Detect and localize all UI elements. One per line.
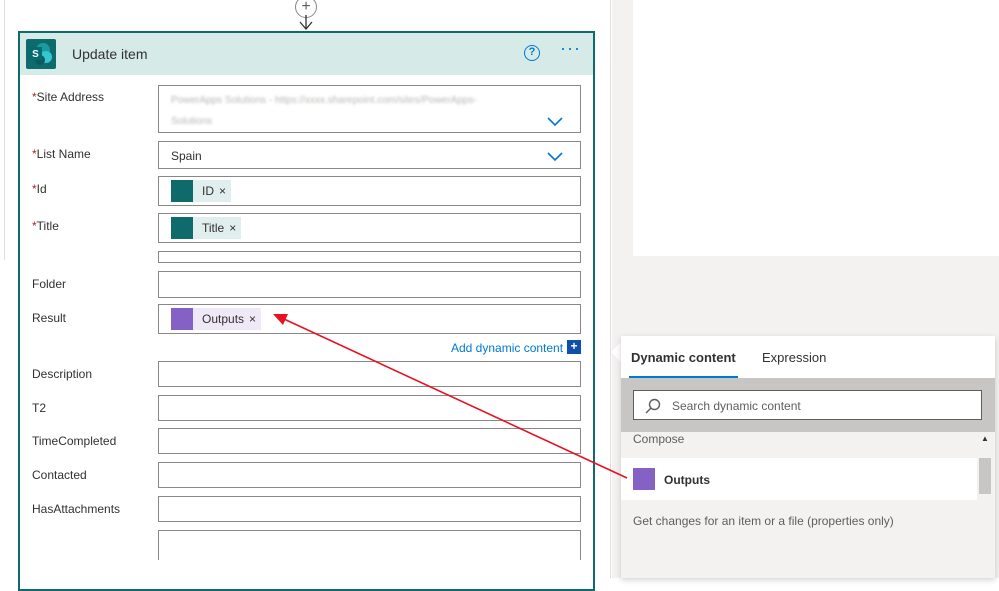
sharepoint-token-icon (171, 217, 193, 239)
scroll-up-icon[interactable]: ▲ (981, 434, 989, 443)
section-header-compose: Compose (621, 432, 977, 458)
chevron-down-icon[interactable] (546, 115, 564, 127)
site-address-dropdown[interactable]: PowerApps Solutions - https://xxxx.share… (158, 85, 581, 133)
svg-text:S: S (32, 49, 39, 60)
id-token-label: ID (202, 184, 214, 198)
add-dynamic-content-link[interactable]: Add dynamic content (451, 341, 563, 355)
close-icon[interactable]: × (249, 312, 256, 326)
card-header[interactable]: S Update item ? ··· (20, 33, 593, 75)
flow-designer-canvas: + S Update item ? ··· *Site Address Powe… (0, 0, 999, 591)
card-title: Update item (72, 46, 148, 62)
sharepoint-logo-icon: S (26, 39, 56, 69)
t2-input[interactable] (158, 395, 581, 421)
list-name-dropdown[interactable]: Spain (158, 141, 581, 169)
site-address-value-line2: Solutions (171, 116, 213, 127)
folder-input[interactable] (158, 271, 581, 298)
list-name-value: Spain (171, 149, 202, 163)
search-placeholder: Search dynamic content (672, 399, 801, 413)
outputs-token[interactable]: Outputs × (171, 308, 262, 330)
site-address-label-text: Site Address (36, 90, 105, 104)
id-token[interactable]: ID × (171, 180, 232, 202)
arrow-down-icon (299, 15, 313, 30)
site-address-label: *Site Address (32, 90, 104, 104)
scrollbar[interactable]: ▲ (977, 432, 995, 578)
update-item-action-card: S Update item ? ··· *Site Address PowerA… (18, 31, 595, 591)
title-token[interactable]: Title × (171, 217, 242, 239)
title-token-label: Title (202, 221, 225, 235)
description-label: Description (32, 367, 93, 381)
compose-icon (633, 468, 655, 490)
close-icon[interactable]: × (219, 184, 226, 198)
list-item-outputs[interactable]: Outputs (621, 458, 977, 500)
id-label: *Id (32, 182, 47, 196)
scroll-thumb[interactable] (979, 458, 991, 494)
t2-label: T2 (32, 401, 47, 415)
chevron-down-icon[interactable] (546, 150, 564, 162)
result-label: Result (32, 311, 67, 325)
search-area: Search dynamic content (621, 378, 995, 432)
title-label-text: Title (36, 219, 59, 233)
search-icon (645, 398, 661, 414)
has-attachments-label: HasAttachments (32, 502, 121, 516)
has-attachments-input[interactable] (158, 496, 581, 522)
id-label-text: Id (36, 182, 47, 196)
list-name-label-text: List Name (36, 147, 91, 161)
result-input[interactable]: Outputs × (158, 304, 581, 334)
tab-dynamic-content[interactable]: Dynamic content (631, 350, 736, 365)
question-circle-icon[interactable]: ? (524, 45, 540, 61)
close-icon[interactable]: × (229, 221, 236, 235)
unnamed-input[interactable] (158, 251, 581, 263)
title-input[interactable]: Title × (158, 213, 581, 243)
time-completed-label: TimeCompleted (32, 434, 117, 448)
dynamic-content-panel: Dynamic content Expression Search dynami… (621, 336, 995, 578)
add-dynamic-content-icon[interactable]: + (567, 340, 581, 354)
site-address-value-line1: PowerApps Solutions - https://xxxx.share… (171, 95, 477, 106)
contacted-label: Contacted (32, 468, 87, 482)
description-input[interactable] (158, 361, 581, 387)
tab-expression[interactable]: Expression (762, 350, 826, 365)
folder-label: Folder (32, 277, 67, 291)
next-input[interactable] (158, 530, 581, 560)
compose-token-icon (171, 308, 193, 330)
contacted-input[interactable] (158, 462, 581, 488)
list-name-label: *List Name (32, 147, 91, 161)
list-item-outputs-label: Outputs (664, 473, 710, 487)
title-label: *Title (32, 219, 59, 233)
section-label-get-changes: Get changes for an item or a file (prope… (633, 514, 894, 528)
ellipsis-icon[interactable]: ··· (560, 39, 586, 61)
section-header-get-changes: Get changes for an item or a file (prope… (621, 500, 977, 578)
sharepoint-token-icon (171, 180, 193, 202)
search-input[interactable]: Search dynamic content (633, 390, 982, 420)
outputs-token-label: Outputs (202, 312, 245, 326)
time-completed-input[interactable] (158, 428, 581, 454)
designer-left-border (4, 0, 5, 260)
side-panel-top-area (633, 0, 999, 256)
section-label-compose: Compose (633, 432, 685, 446)
id-input[interactable]: ID × (158, 176, 581, 206)
dynamic-content-list: Compose Outputs Get changes for an item … (621, 432, 995, 578)
designer-divider (610, 0, 611, 578)
